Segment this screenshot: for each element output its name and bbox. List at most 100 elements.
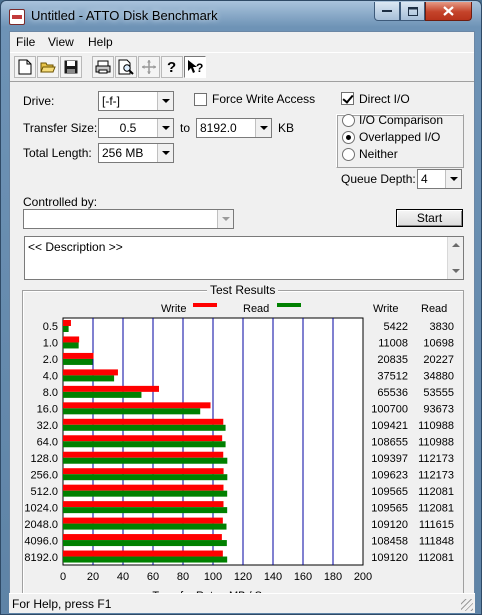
category-label: 64.0 xyxy=(37,437,58,449)
write-bar xyxy=(63,468,224,475)
chevron-down-icon[interactable] xyxy=(157,144,173,162)
read-bar xyxy=(63,408,201,415)
close-button[interactable] xyxy=(425,2,472,21)
category-label: 1024.0 xyxy=(24,502,58,514)
force-write-label: Force Write Access xyxy=(212,92,316,106)
read-bar xyxy=(63,523,227,530)
io-comparison-label: I/O Comparison xyxy=(359,113,444,127)
read-value-label: 3830 xyxy=(430,321,454,333)
read-value-label: 53555 xyxy=(423,387,454,399)
menu-help[interactable]: Help xyxy=(88,35,113,49)
help-button[interactable]: ? xyxy=(161,56,183,78)
read-bar xyxy=(63,375,115,382)
chevron-down-icon[interactable] xyxy=(157,92,173,110)
write-value-label: 108655 xyxy=(371,437,408,449)
write-value-label: 20835 xyxy=(377,354,408,366)
print-button[interactable] xyxy=(92,56,114,78)
category-label: 4.0 xyxy=(43,371,58,383)
write-value-label: 109623 xyxy=(371,469,408,481)
print-preview-button[interactable] xyxy=(115,56,137,78)
write-value-label: 109397 xyxy=(371,453,408,465)
write-value-label: 37512 xyxy=(377,371,408,383)
svg-text:?: ? xyxy=(167,59,176,75)
chevron-down-icon[interactable] xyxy=(157,119,173,137)
transfer-to-select[interactable]: 8192.0 xyxy=(196,118,272,138)
read-value-label: 110988 xyxy=(418,437,454,449)
title-bar[interactable]: Untitled - ATTO Disk Benchmark xyxy=(1,1,481,31)
scroll-down-arrow-icon[interactable] xyxy=(452,269,460,273)
chevron-down-icon[interactable] xyxy=(445,170,461,188)
category-label: 16.0 xyxy=(37,404,58,416)
write-bar xyxy=(63,418,224,425)
category-label: 4096.0 xyxy=(24,535,58,547)
overlapped-io-radio[interactable] xyxy=(342,131,355,144)
minimize-button[interactable] xyxy=(374,2,400,21)
x-tick-label: 160 xyxy=(294,571,312,583)
write-value-label: 109120 xyxy=(371,552,408,564)
total-length-select[interactable]: 256 MB xyxy=(98,143,174,163)
chevron-down-icon[interactable] xyxy=(217,210,233,228)
read-value-label: 112081 xyxy=(418,552,454,564)
write-bar xyxy=(63,369,118,376)
app-window: Untitled - ATTO Disk Benchmark File View… xyxy=(0,0,482,615)
transfer-from-select[interactable]: 0.5 xyxy=(98,118,174,138)
read-value-label: 34880 xyxy=(423,371,454,383)
transfer-to-value: 8192.0 xyxy=(200,121,237,135)
x-tick-label: 20 xyxy=(87,571,99,583)
write-value-label: 5422 xyxy=(384,321,408,333)
maximize-button[interactable] xyxy=(400,2,425,21)
context-help-button[interactable]: ? xyxy=(184,56,206,78)
drive-label: Drive: xyxy=(23,94,55,108)
read-value-label: 111848 xyxy=(419,535,454,547)
write-bar xyxy=(63,320,71,326)
category-label: 256.0 xyxy=(30,469,58,481)
drive-select[interactable]: [-f-] xyxy=(98,91,174,111)
neither-radio[interactable] xyxy=(342,148,355,161)
description-box[interactable]: << Description >> xyxy=(24,236,464,280)
save-button[interactable] xyxy=(60,56,82,78)
read-value-label: 10698 xyxy=(423,338,454,350)
category-label: 2048.0 xyxy=(24,519,58,531)
legend-read-swatch xyxy=(277,303,301,307)
force-write-checkbox[interactable] xyxy=(194,93,207,106)
write-value-label: 109565 xyxy=(371,486,408,498)
scroll-up-arrow-icon[interactable] xyxy=(452,243,460,247)
legend-write-swatch xyxy=(193,303,217,307)
category-label: 32.0 xyxy=(37,420,58,432)
print-icon xyxy=(95,60,111,74)
to-label: to xyxy=(180,121,191,135)
resize-grip-icon[interactable] xyxy=(461,599,473,611)
test-results-group: Test Results Write Read Write Read 0.5 1.… xyxy=(22,283,464,604)
category-label: 0.5 xyxy=(43,321,58,333)
read-bar xyxy=(63,441,226,448)
write-bar xyxy=(63,352,94,359)
direct-io-checkbox[interactable] xyxy=(341,92,354,105)
controlled-by-select[interactable] xyxy=(23,209,234,229)
window-title: Untitled - ATTO Disk Benchmark xyxy=(31,8,218,23)
description-scrollbar[interactable] xyxy=(447,237,463,279)
read-bar xyxy=(63,342,79,349)
read-bar xyxy=(63,391,142,398)
menu-file[interactable]: File xyxy=(16,35,35,49)
start-button[interactable]: Start xyxy=(396,209,463,227)
status-text: For Help, press F1 xyxy=(12,597,112,611)
x-tick-label: 80 xyxy=(177,571,189,583)
new-document-button[interactable] xyxy=(14,56,36,78)
read-bar xyxy=(63,358,93,365)
write-value-label: 100700 xyxy=(371,404,408,416)
read-value-label: 112173 xyxy=(418,469,454,481)
transfer-from-value: 0.5 xyxy=(119,121,137,135)
client-area: File View Help ? ? Drive: [-f-] Force Wr… xyxy=(9,31,475,609)
chevron-down-icon[interactable] xyxy=(255,119,271,137)
print-preview-icon xyxy=(118,59,134,75)
x-tick-label: 40 xyxy=(117,571,129,583)
x-tick-label: 100 xyxy=(204,571,222,583)
write-bar xyxy=(63,385,159,392)
io-comparison-radio[interactable] xyxy=(342,114,355,127)
minimize-icon xyxy=(382,10,392,12)
open-button[interactable] xyxy=(37,56,59,78)
menu-view[interactable]: View xyxy=(48,35,74,49)
move-button[interactable] xyxy=(138,56,160,78)
app-icon[interactable] xyxy=(9,9,25,25)
queue-depth-select[interactable]: 4 xyxy=(417,169,462,189)
